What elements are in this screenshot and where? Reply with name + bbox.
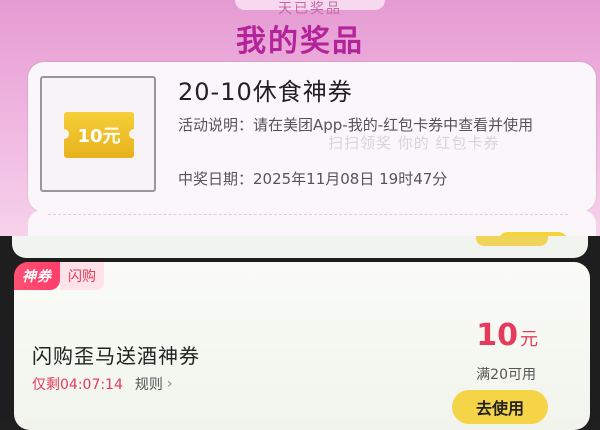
rules-label: 规则 <box>134 377 163 393</box>
previous-coupon-card-partial <box>12 236 588 258</box>
countdown-timer: 仅剩04:07:14 <box>32 377 123 393</box>
rules-link[interactable]: 规则 › <box>135 374 173 394</box>
coupon-card[interactable]: 神券 闪购 闪购歪马送酒神券 仅剩04:07:14 规则 › 10 元 满20可用… <box>14 262 590 430</box>
coupon-amount: 10 元 <box>476 318 538 353</box>
coupon-tags: 神券 闪购 <box>14 262 104 290</box>
coupon-amount-number: 10 <box>476 318 518 353</box>
prize-date: 中奖日期：2025年11月08日 19时47分 <box>178 170 448 188</box>
voucher-amount: 10元 <box>77 126 121 147</box>
voucher-thumbnail: 10元 <box>40 76 156 192</box>
watermark-text: 扫扫领奖 你的 红包卡券 <box>328 134 500 152</box>
use-coupon-button[interactable]: 去使用 <box>452 390 548 424</box>
coupon-threshold: 满20可用 <box>476 367 536 383</box>
top-edge-tab: 天已奖品 <box>235 0 385 17</box>
coupon-tag-shenquan: 神券 <box>14 262 60 290</box>
prize-panel: 天已奖品 我的奖品 10元 20-10休食神券 活动说明：请在美团App-我的-… <box>0 0 600 236</box>
coupon-section: 神券 闪购 闪购歪马送酒神券 仅剩04:07:14 规则 › 10 元 满20可用… <box>0 236 600 430</box>
dashed-divider <box>48 214 568 215</box>
previous-card-button-partial <box>476 236 548 246</box>
chevron-right-icon: › <box>166 376 173 392</box>
page-title: 我的奖品 <box>236 24 364 59</box>
prize-name: 20-10休食神券 <box>178 78 353 106</box>
coupon-meta: 仅剩04:07:14 规则 › <box>32 374 173 394</box>
coupon-tag-shangou: 闪购 <box>60 262 104 290</box>
coupon-amount-unit: 元 <box>520 329 538 350</box>
voucher-icon: 10元 <box>59 112 139 158</box>
coupon-title: 闪购歪马送酒神券 <box>32 344 200 368</box>
prize-card[interactable]: 10元 20-10休食神券 活动说明：请在美团App-我的-红包卡券中查看并使用… <box>28 62 596 212</box>
next-prize-card-partial <box>28 210 596 236</box>
